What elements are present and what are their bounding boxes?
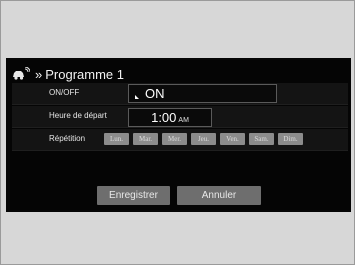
double-chevron-right-icon: » (35, 66, 42, 82)
repetition-row: Répétition Lun. Mar. Mer. Jeu. Ven. Sam.… (12, 129, 348, 151)
day-selector: Lun. Mar. Mer. Jeu. Ven. Sam. Dim. (104, 133, 303, 145)
display-screen: » Programme 1 ON/OFF ON Heure de départ … (6, 58, 351, 212)
departure-time-field[interactable]: 1:00 AM (128, 108, 212, 127)
corner-indicator-icon (135, 95, 139, 99)
onoff-value: ON (145, 86, 165, 101)
onoff-toggle[interactable]: ON (128, 84, 277, 103)
cancel-button[interactable]: Annuler (177, 186, 261, 205)
onoff-row[interactable]: ON/OFF ON (12, 83, 348, 105)
save-button[interactable]: Enregistrer (97, 186, 170, 205)
day-button-tue[interactable]: Mar. (133, 133, 158, 145)
onoff-label: ON/OFF (49, 88, 80, 97)
day-button-mon[interactable]: Lun. (104, 133, 129, 145)
settings-list: ON/OFF ON Heure de départ 1:00 AM Répétit… (12, 83, 348, 152)
car-key-icon (12, 67, 30, 81)
header: » Programme 1 (12, 66, 124, 82)
departure-time-period: AM (178, 117, 189, 124)
page-frame: » Programme 1 ON/OFF ON Heure de départ … (0, 0, 355, 265)
day-button-sun[interactable]: Dim. (278, 133, 303, 145)
day-button-sat[interactable]: Sam. (249, 133, 274, 145)
departure-time-value: 1:00 (151, 110, 177, 125)
departure-time-row[interactable]: Heure de départ 1:00 AM (12, 106, 348, 128)
day-button-wed[interactable]: Mer. (162, 133, 187, 145)
departure-time-label: Heure de départ (49, 111, 107, 120)
repetition-label: Répétition (49, 134, 86, 143)
page-title: Programme 1 (45, 66, 124, 82)
day-button-thu[interactable]: Jeu. (191, 133, 216, 145)
day-button-fri[interactable]: Ven. (220, 133, 245, 145)
